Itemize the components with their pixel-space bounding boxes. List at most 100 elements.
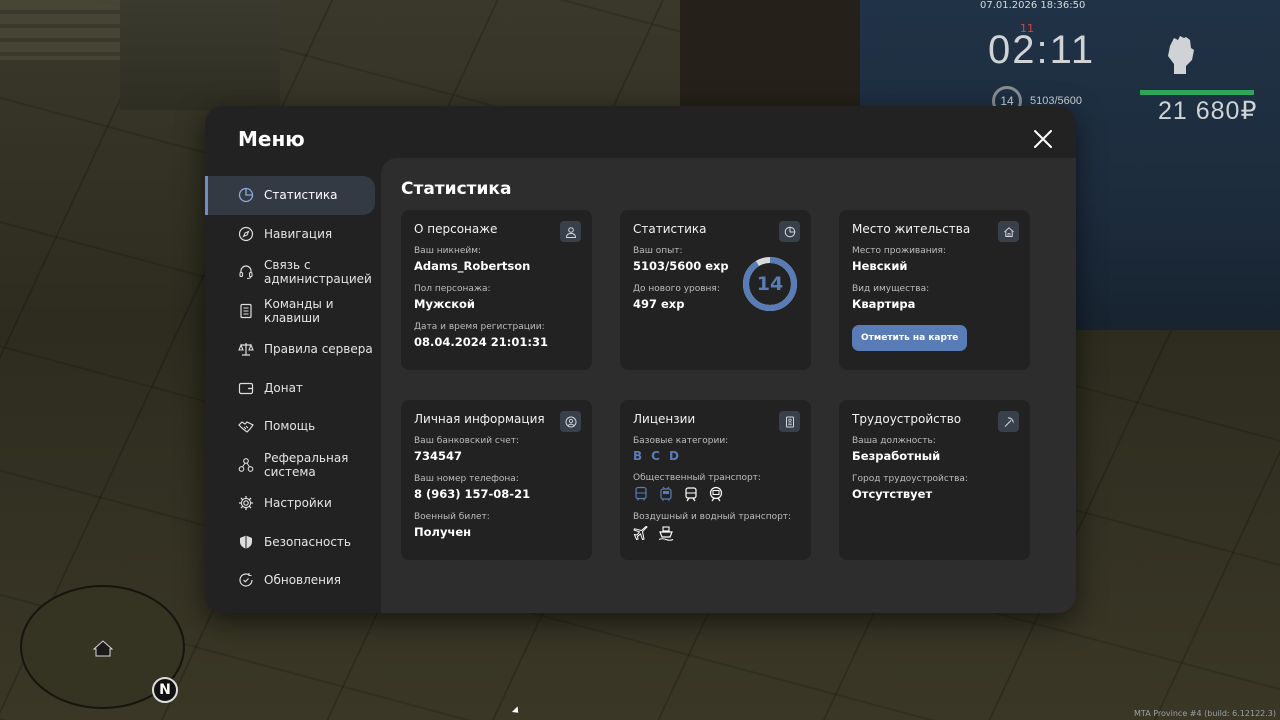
pie-chart-icon [779,221,800,242]
sidebar-item-label: Помощь [264,419,316,434]
card-title: Трудоустройство [852,412,962,426]
bank-label: Ваш банковский счет: [414,436,520,446]
trolleybus-icon [658,486,674,502]
sidebar: Статистика Навигация Связь с администрац… [205,176,381,600]
base-categories-label: Базовые категории: [633,436,729,446]
air-water-transport-label: Воздушный и водный транспорт: [633,512,792,522]
sidebar-item-settings[interactable]: Настройки [205,484,381,523]
military-label: Военный билет: [414,512,490,522]
sidebar-item-admin-contact[interactable]: Связь с администрацией [205,253,381,292]
sidebar-item-label: Статистика [264,188,338,203]
work-city-label: Город трудоустройства: [852,474,968,484]
content-title: Статистика [401,179,512,199]
sidebar-item-navigation[interactable]: Навигация [205,215,381,254]
pickaxe-icon [998,411,1019,432]
residence-card: Место жительства Место проживания: Невск… [839,210,1030,370]
level-number: 14 [756,273,784,295]
property-type-value: Квартира [852,297,916,311]
sidebar-item-label: Правила сервера [264,342,373,357]
sidebar-item-statistics[interactable]: Статистика [205,176,375,215]
category-d: D [668,449,679,463]
card-title: Личная информация [414,412,545,426]
work-city-value: Отсутствует [852,487,933,501]
sidebar-item-label: Безопасность [264,534,351,549]
gender-value: Мужской [414,297,475,311]
employment-card: Трудоустройство Ваша должность: Безработ… [839,400,1030,560]
sidebar-item-security[interactable]: Безопасность [205,523,381,562]
category-c: C [651,449,660,463]
card-title: Место жительства [852,222,971,236]
menu-title: Меню [238,127,305,151]
sidebar-item-donate[interactable]: Донат [205,369,381,408]
sidebar-item-rules[interactable]: Правила сервера [205,330,381,369]
property-type-label: Вид имущества: [852,284,930,294]
registration-value: 08.04.2024 21:01:31 [414,335,548,349]
sidebar-item-updates[interactable]: Обновления [205,561,381,600]
sidebar-item-label: Связь с администрацией [264,258,372,287]
sidebar-item-help[interactable]: Помощь [205,407,381,446]
category-b: B [633,449,643,463]
position-label: Ваша должность: [852,436,936,446]
sidebar-item-label: Настройки [264,496,332,511]
air-water-transport-icons [633,525,798,541]
menu-window: Меню Статистика Навигация Связь с админи… [205,106,1076,613]
gender-label: Пол персонажа: [414,284,491,294]
character-card: О персонаже Ваш никнейм: Adams_Robertson… [401,210,592,370]
hud-datetime: 07.01.2026 18:36:50 [980,0,1086,11]
content-panel: Статистика О персонаже Ваш никнейм: Adam… [381,158,1076,613]
user-icon [560,221,581,242]
sidebar-item-label: Донат [264,380,303,395]
sidebar-item-label: Команды и клавиши [264,296,334,325]
registration-label: Дата и время регистрации: [414,322,545,332]
minimap: N [20,585,185,709]
gear-icon [238,495,254,511]
player-house-icon [92,640,114,657]
public-transport-label: Общественный транспорт: [633,473,761,483]
card-title: О персонаже [414,222,498,236]
north-indicator: N [152,677,178,703]
sidebar-item-label: Реферальная система [264,450,349,479]
card-title: Лицензии [633,412,696,426]
hud-money: 21 680₽ [1158,97,1258,125]
tram-icon [683,486,699,502]
wallet-icon [238,380,254,396]
metro-icon [708,486,724,502]
close-icon [1034,130,1052,148]
position-value: Безработный [852,449,941,463]
place-label: Место проживания: [852,246,946,256]
refresh-check-icon [238,572,254,588]
mark-on-map-button[interactable]: Отметить на карте [852,325,968,351]
license-categories: B C D [633,449,798,463]
close-button[interactable] [1032,128,1054,150]
bus-icon [633,486,649,502]
shield-icon [238,534,254,550]
scales-icon [238,341,254,357]
card-title: Статистика [633,222,707,236]
build-info: MTA Province #4 (build: 6.12122.3) [1134,709,1276,718]
home-icon [998,221,1019,242]
personal-info-card: Личная информация Ваш банковский счет: 7… [401,400,592,560]
hud-clock: 02:11 [988,28,1096,72]
exp-label: Ваш опыт: [633,246,683,256]
nick-value: Adams_Robertson [414,259,531,273]
network-icon [238,457,254,473]
health-bar [1140,90,1254,95]
phone-value: 8 (963) 157-08-21 [414,487,531,501]
licenses-card: Лицензии Базовые категории: B C D Общест… [620,400,811,560]
id-card-icon [779,411,800,432]
pie-chart-icon [238,187,254,203]
headset-icon [238,264,254,280]
compass-icon [238,226,254,242]
handshake-icon [238,418,254,434]
military-value: Получен [414,525,472,539]
ship-icon [658,525,674,541]
fist-weapon-icon [1168,36,1194,74]
bank-value: 734547 [414,449,463,463]
airplane-icon [633,525,649,541]
sidebar-item-commands[interactable]: Команды и клавиши [205,292,381,331]
sidebar-item-referral[interactable]: Реферальная система [205,446,381,485]
place-value: Невский [852,259,908,273]
user-circle-icon [560,411,581,432]
phone-label: Ваш номер телефона: [414,474,519,484]
document-icon [238,303,254,319]
